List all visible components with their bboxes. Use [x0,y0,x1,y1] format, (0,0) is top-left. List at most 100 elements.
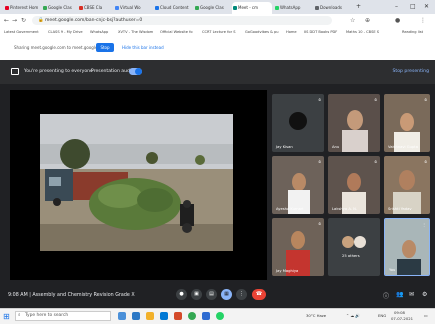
pinterest-icon [5,6,9,10]
camera-icon[interactable]: ▣ [191,289,202,300]
whatsapp-icon [275,6,279,10]
mic-off-icon: ⦸ [424,159,427,164]
participant-tile[interactable]: ⦸ Ayesha Kumari [272,156,324,214]
tab-meet[interactable]: Meet - cm [232,2,272,14]
participant-video [288,173,310,214]
task-view-icon[interactable] [118,312,126,320]
bookmark-item[interactable]: CLASS 9 - My Drive [48,29,83,36]
back-icon[interactable]: ← [4,16,9,25]
more-icon[interactable]: ⋮ [236,289,247,300]
bookmark-item[interactable]: WhatsApp [90,29,108,36]
video-frame [40,114,233,251]
bookmark-item[interactable]: GoGoodvibes & pu [245,29,279,36]
extensions-icon[interactable]: ⊕ [365,16,370,25]
classroom-icon [43,6,47,10]
stop-presenting-button[interactable]: Stop presenting [393,69,429,74]
bookmark-item[interactable]: CCRT Lecture for S [202,29,236,36]
tab-google-classroom[interactable]: Google Clas [42,2,76,14]
stop-sharing-button[interactable]: Stop [96,43,114,52]
mic-icon[interactable]: ● [176,289,187,300]
hang-up-icon[interactable]: ☎ [252,289,266,300]
office-icon[interactable] [174,312,182,320]
participant-video [393,170,421,214]
bookmark-item[interactable]: Maths 10 - CBSE S [346,29,379,36]
participant-tile[interactable]: ⦸ Anu [328,94,380,152]
mic-off-icon: ⦸ [318,221,321,226]
participant-name: Srishti Yadav [388,207,412,211]
reload-icon[interactable]: ↻ [21,16,26,25]
others-avatars [342,236,366,248]
info-icon[interactable]: ⓘ [383,291,389,300]
tab-downloads[interactable]: Downloads [314,2,352,14]
participant-name: Jay Maghiya [276,269,299,273]
others-tile[interactable]: 25 others [328,218,380,276]
address-bar-row: ← → ↻ 🔒 meet.google.com/ban-cnjc-bsj?aut… [0,14,435,28]
store-icon[interactable] [160,312,168,320]
edge-icon[interactable] [132,312,140,320]
notifications-icon[interactable]: ▭ [424,313,428,318]
close-window-button[interactable]: ✕ [424,0,429,14]
taskbar-search-input[interactable]: ⌕ Type here to search [15,311,111,321]
whatsapp-icon[interactable] [216,312,224,320]
participant-tile[interactable]: ⦸ Vaishnavi Gupta [384,94,430,152]
participant-name: Ayesha Kumari [276,207,304,211]
self-tile[interactable]: ⋮ You [384,218,430,276]
clock-date[interactable]: 07-07-2021 [391,316,413,321]
people-icon[interactable]: 👥 [396,291,403,298]
more-options-icon[interactable]: ⋮ [422,222,426,227]
minimize-button[interactable]: – [395,0,398,14]
tab-cbse[interactable]: CBSE Cla [78,2,112,14]
captions-icon[interactable]: ▤ [206,289,217,300]
clock-time[interactable]: 09:08 [394,310,405,315]
menu-icon[interactable]: ⋮ [420,16,426,25]
tab-google-classroom-2[interactable]: Google Clas [194,2,230,14]
mic-off-icon: ⦸ [318,159,321,164]
profile-icon[interactable]: ● [395,16,400,25]
new-tab-button[interactable]: + [356,0,361,14]
reading-list[interactable]: Reading list [402,29,423,36]
sharing-bar: Sharing meet.google.com to meet.google.c… [0,38,435,61]
meet-window: You're presenting to everyone Presentati… [0,60,435,308]
tab-cloud-content[interactable]: Cloud Content [154,2,192,14]
tab-whatsapp[interactable]: WhatsApp [274,2,312,14]
activities-icon[interactable]: ⚙ [422,291,427,298]
downloads-icon [315,6,319,10]
participant-tile[interactable]: ⦸ Lakshya A. N. [328,156,380,214]
participant-tile[interactable]: ⦸ Jay Maghiya [272,218,324,276]
system-tray-icons[interactable]: ⌃ ☁ 🔊 [346,313,360,318]
explorer-icon[interactable] [146,312,154,320]
participant-name: Anu [332,145,340,149]
star-icon[interactable]: ☆ [350,16,355,25]
meet-control-bar: 9:08 AM | Assembly and Chemistry Revisio… [0,282,435,308]
browser-tab-bar: Pinterest Hom Google Clas CBSE Cla Virtu… [0,0,435,14]
forward-icon[interactable]: → [12,16,17,25]
present-icon[interactable]: ▦ [221,289,232,300]
cbse-icon [79,6,83,10]
mic-off-icon: ⦸ [374,97,377,102]
tab-pinterest[interactable]: Pinterest Hom [4,2,40,14]
participant-tile[interactable]: ⦸ Jay Kisan [272,94,324,152]
chat-icon[interactable]: ✉ [409,291,414,298]
word-icon[interactable] [202,312,210,320]
bookmark-item[interactable]: Latest Government [4,29,39,36]
meeting-info: 9:08 AM | Assembly and Chemistry Revisio… [8,293,135,298]
language-indicator[interactable]: ENG [378,313,386,318]
meet-icon [233,6,237,10]
chrome-icon[interactable] [188,312,196,320]
hide-bar-button[interactable]: Hide this bar instead [122,45,164,50]
url-field[interactable]: 🔒 meet.google.com/ban-cnjc-bsj?authuser=… [32,16,332,25]
toggle-knob [135,68,142,75]
bookmark-item[interactable]: XVTV - The Wisdom [118,29,153,36]
windows-start-icon[interactable]: ⊞ [3,312,10,321]
participant-tile[interactable]: ⦸ Srishti Yadav [384,156,430,214]
presentation-audio-toggle[interactable] [129,68,142,75]
bookmark-item[interactable]: Official Website fo [160,29,193,36]
participant-name: Lakshya A. N. [332,207,358,211]
tab-virtual[interactable]: Virtual Wo [114,2,152,14]
virtual-icon [115,6,119,10]
bookmark-item[interactable]: IIS DDT Books PDF [304,29,337,36]
bookmark-item[interactable]: Home [286,29,297,36]
weather-status[interactable]: 30°C Haze [306,313,326,318]
maximize-button[interactable]: □ [410,0,416,14]
sharing-message: Sharing meet.google.com to meet.google.c… [14,45,108,50]
